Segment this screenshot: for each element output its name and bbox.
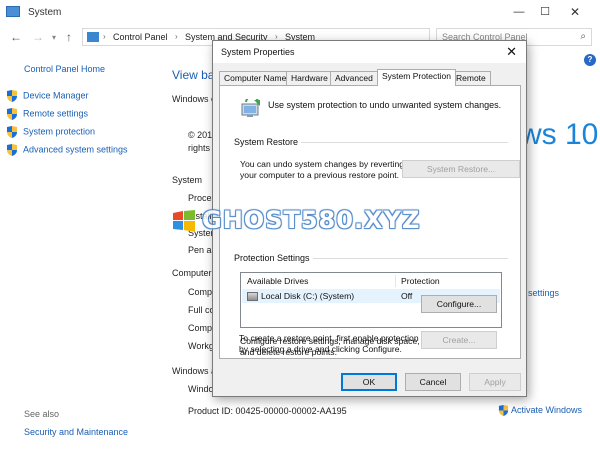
security-maintenance-link[interactable]: Security and Maintenance <box>24 427 128 437</box>
window-titlebar: System — ☐ ✕ <box>0 0 600 24</box>
cancel-button[interactable]: Cancel <box>405 373 461 391</box>
activate-windows-link[interactable]: Activate Windows <box>498 405 583 417</box>
sidebar-item-label: Device Manager <box>23 90 89 101</box>
shield-icon <box>498 405 509 417</box>
sidebar-item-label: Advanced system settings <box>23 144 128 155</box>
shield-icon <box>7 90 17 102</box>
protection-settings-group-label: Protection Settings <box>234 253 313 263</box>
copyright-text: © 201 <box>188 130 213 140</box>
configure-button[interactable]: Configure... <box>421 295 497 313</box>
ok-button[interactable]: OK <box>341 373 397 391</box>
shield-icon <box>7 108 17 120</box>
windows-activation-status: Windo <box>188 384 214 394</box>
computer-name-label: Comp <box>188 287 213 297</box>
create-line-1: To create a restore point, first enable … <box>239 333 419 343</box>
sidebar-item-advanced-system-settings[interactable]: Advanced system settings <box>6 144 128 158</box>
watermark-text: GHOST580.XYZ <box>202 206 421 234</box>
windows-activation-heading: Windows a <box>172 366 217 376</box>
create-description: To create a restore point, first enable … <box>239 333 419 355</box>
full-computer-name-label: Full co <box>188 305 215 315</box>
up-arrow-icon[interactable]: ↑ <box>66 30 72 44</box>
sidebar-item-label: Remote settings <box>23 108 89 119</box>
forward-arrow-icon[interactable]: → <box>32 30 44 44</box>
see-also-heading: See also <box>24 409 60 419</box>
create-button[interactable]: Create... <box>421 331 497 349</box>
control-panel-icon <box>87 32 99 42</box>
windows-logo-icon <box>173 210 195 232</box>
breadcrumb-control-panel[interactable]: Control Panel <box>113 32 168 42</box>
create-line-2: by selecting a drive and clicking Config… <box>239 344 402 354</box>
apply-button[interactable]: Apply <box>469 373 521 391</box>
system-restore-group-label: System Restore <box>234 137 302 147</box>
window-title: System <box>28 7 62 18</box>
breadcrumb-separator-icon: › <box>175 32 178 41</box>
drive-protection: Off <box>401 291 413 301</box>
sidebar-item-system-protection[interactable]: System protection <box>6 126 95 140</box>
system-restore-description: You can undo system changes by reverting… <box>240 159 404 181</box>
intro-text: Use system protection to undo unwanted s… <box>268 100 502 110</box>
rights-text: rights <box>188 143 211 153</box>
tab-advanced[interactable]: Advanced <box>330 71 378 85</box>
drive-name[interactable]: Local Disk (C:) (System) <box>261 291 354 301</box>
tab-hardware[interactable]: Hardware <box>286 71 333 85</box>
restore-line-1: You can undo system changes by reverting <box>240 159 405 169</box>
recent-locations-chevron-icon[interactable]: ▾ <box>52 33 56 42</box>
dialog-title: System Properties <box>221 47 295 57</box>
computer-description-label: Comp <box>188 323 213 333</box>
product-id: Product ID: 00425-00000-00002-AA195 <box>188 406 347 416</box>
computer-name-heading: Computer <box>172 268 212 278</box>
shield-icon <box>7 126 17 138</box>
pen-touch-label: Pen ar <box>188 245 215 255</box>
workgroup-label: Workg <box>188 341 214 351</box>
activate-windows-label: Activate Windows <box>511 405 583 415</box>
control-panel-home-link[interactable]: Control Panel Home <box>24 64 105 74</box>
sidebar-item-label: System protection <box>23 126 96 137</box>
sidebar-item-device-manager[interactable]: Device Manager <box>6 90 89 104</box>
local-disk-icon <box>247 292 258 301</box>
table-header-divider <box>395 275 396 287</box>
system-restore-button[interactable]: System Restore... <box>402 160 520 178</box>
tab-remote[interactable]: Remote <box>451 71 491 85</box>
system-heading: System <box>172 175 203 185</box>
breadcrumb-separator-icon: › <box>103 32 106 41</box>
minimize-button[interactable]: — <box>506 4 532 20</box>
tab-system-protection[interactable]: System Protection <box>377 69 456 86</box>
left-navigation: Control Panel Home Device Manager Remote… <box>0 56 160 454</box>
restore-line-2: your computer to a previous restore poin… <box>240 170 400 180</box>
sidebar-item-remote-settings[interactable]: Remote settings <box>6 108 88 122</box>
maximize-button[interactable]: ☐ <box>532 4 558 20</box>
tab-computer-name[interactable]: Computer Name <box>219 71 292 85</box>
system-protection-icon <box>241 99 260 117</box>
shield-icon <box>7 144 17 156</box>
page-title: View ba <box>172 68 215 82</box>
dialog-close-icon[interactable]: ✕ <box>506 44 517 60</box>
windows-edition-heading: Windows e <box>172 94 217 104</box>
back-arrow-icon[interactable]: ← <box>10 30 22 44</box>
help-icon[interactable]: ? <box>584 54 596 66</box>
windows10-logo: ws 10 <box>520 118 599 151</box>
search-icon: ⌕ <box>580 31 586 42</box>
dialog-titlebar[interactable]: System Properties ✕ <box>213 41 526 63</box>
system-app-icon <box>6 6 20 17</box>
close-button[interactable]: ✕ <box>562 4 588 20</box>
table-header-drives: Available Drives <box>247 276 309 286</box>
table-header-protection: Protection <box>401 276 440 286</box>
